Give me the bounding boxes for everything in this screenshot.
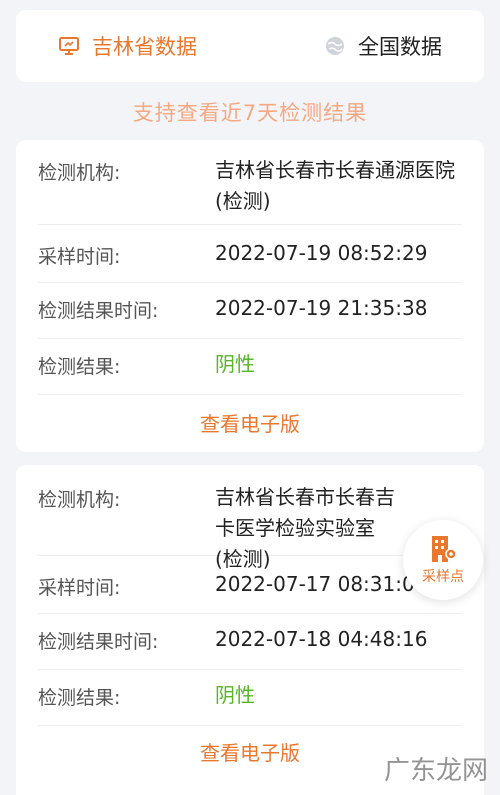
result-time-row: 检测结果时间: 2022-07-18 04:48:16 — [38, 613, 462, 670]
result-time-label: 检测结果时间: — [38, 631, 159, 653]
building-pin-icon — [432, 536, 457, 562]
result-time-row: 检测结果时间: 2022-07-19 21:35:38 — [38, 282, 462, 339]
sample-time-value: 2022-07-19 08:52:29 — [215, 241, 428, 265]
tab-label: 全国数据 — [358, 35, 442, 59]
result-time-value: 2022-07-18 04:48:16 — [215, 627, 428, 651]
sampling-site-button[interactable]: 采样点 — [403, 520, 483, 600]
institution-label: 检测机构: — [38, 162, 121, 184]
globe-icon — [326, 37, 344, 55]
fab-label: 采样点 — [422, 569, 464, 585]
test-result-card: 检测机构: 吉林省长春市长春通源医院(检测) 采样时间: 2022-07-19 … — [16, 140, 484, 452]
institution-label: 检测机构: — [38, 489, 121, 511]
monitor-icon — [59, 37, 79, 55]
result-label: 检测结果: — [38, 356, 121, 378]
result-time-value: 2022-07-19 21:35:38 — [215, 296, 428, 320]
sample-time-row: 采样时间: 2022-07-17 08:31:0 — [38, 555, 462, 614]
result-time-label: 检测结果时间: — [38, 300, 159, 322]
tab-label: 吉林省数据 — [92, 35, 197, 59]
test-result-card: 检测机构: 吉林省长春市长春吉卡医学检验实验室(检测) 采样时间: 2022-0… — [16, 465, 484, 795]
tab-national-data[interactable]: 全国数据 — [324, 10, 442, 82]
result-value: 阴性 — [215, 352, 255, 376]
sample-time-row: 采样时间: 2022-07-19 08:52:29 — [38, 224, 462, 283]
seven-day-notice: 支持查看近7天检测结果 — [132, 101, 368, 125]
sample-time-label: 采样时间: — [38, 246, 121, 268]
region-tabbar: 吉林省数据 全国数据 — [16, 10, 484, 82]
view-electronic-button[interactable]: 查看电子版 — [16, 408, 484, 437]
result-row: 检测结果: 阴性 — [38, 338, 462, 395]
institution-value: 吉林省长春市长春通源医院(检测) — [215, 158, 455, 213]
tab-jilin-data[interactable]: 吉林省数据 — [58, 10, 197, 82]
watermark: 广东龙网 — [383, 756, 488, 786]
result-row: 检测结果: 阴性 — [38, 669, 462, 726]
result-value: 阴性 — [215, 683, 255, 707]
institution-row: 检测机构: 吉林省长春市长春通源医院(检测) — [38, 152, 462, 225]
sample-time-label: 采样时间: — [38, 577, 121, 599]
institution-row: 检测机构: 吉林省长春市长春吉卡医学检验实验室(检测) — [38, 477, 462, 571]
result-label: 检测结果: — [38, 687, 121, 709]
